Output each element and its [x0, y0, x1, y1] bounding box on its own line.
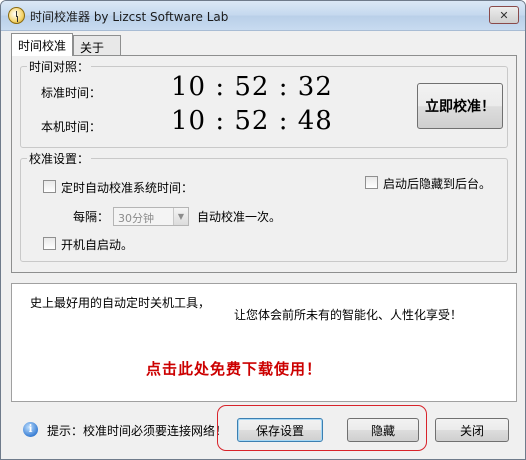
local-time-label: 本机时间： [41, 120, 102, 134]
interval-select[interactable]: 30分钟 ▼ [113, 207, 189, 226]
annotation-highlight [217, 405, 427, 451]
interval-suffix-label: 自动校准一次。 [197, 210, 282, 224]
promo-line-1: 史上最好用的自动定时关机工具， [30, 296, 211, 310]
title-bar[interactable]: 时间校准器 by Lizcst Software Lab ✕ [1, 1, 525, 31]
promo-line-2: 让您体会前所未有的智能化、人性化享受！ [234, 308, 463, 322]
local-time-value: 10 : 52 : 48 [171, 106, 333, 136]
time-compare-group: 时间对照： 标准时间： 10 : 52 : 32 本机时间： 10 : 52 :… [20, 58, 508, 148]
calibrate-now-button[interactable]: 立即校准！ [417, 83, 503, 129]
window-close-button[interactable]: ✕ [489, 6, 519, 24]
clock-app-icon [8, 7, 25, 24]
standard-time-label: 标准时间： [41, 86, 102, 100]
tab-about[interactable]: 关于 [73, 35, 121, 56]
autostart-label: 开机自启动。 [61, 238, 134, 252]
chevron-down-icon[interactable]: ▼ [173, 208, 188, 225]
app-window: 时间校准器 by Lizcst Software Lab ✕ 时间校准 关于 时… [0, 0, 526, 460]
close-button[interactable]: 关闭 [435, 418, 509, 442]
time-compare-legend: 时间对照： [27, 58, 92, 75]
hide-after-start-label: 启动后隐藏到后台。 [383, 177, 492, 191]
calibration-tab-panel: 时间对照： 标准时间： 10 : 52 : 32 本机时间： 10 : 52 :… [11, 55, 517, 273]
standard-time-value: 10 : 52 : 32 [171, 72, 333, 102]
interval-prefix-label: 每隔： [73, 210, 110, 224]
settings-legend: 校准设置： [27, 150, 92, 167]
hide-after-start-checkbox[interactable] [365, 176, 378, 189]
promo-panel: 史上最好用的自动定时关机工具， 让您体会前所未有的智能化、人性化享受！ 点击此处… [11, 283, 517, 402]
window-title: 时间校准器 by Lizcst Software Lab [30, 10, 229, 24]
tab-time-calibration[interactable]: 时间校准 [11, 33, 73, 56]
calibration-settings-group: 校准设置： 定时自动校准系统时间： 启动后隐藏到后台。 每隔： 30分钟 ▼ 自… [20, 150, 508, 262]
free-download-link[interactable]: 点击此处免费下载使用！ [146, 358, 322, 379]
auto-calibrate-label: 定时自动校准系统时间： [61, 181, 194, 195]
auto-calibrate-checkbox[interactable] [43, 180, 56, 193]
info-icon: i [23, 422, 38, 437]
interval-select-value: 30分钟 [118, 212, 154, 225]
autostart-checkbox[interactable] [43, 237, 56, 250]
network-hint: 提示：校准时间必须要连接网络！ [47, 424, 228, 438]
